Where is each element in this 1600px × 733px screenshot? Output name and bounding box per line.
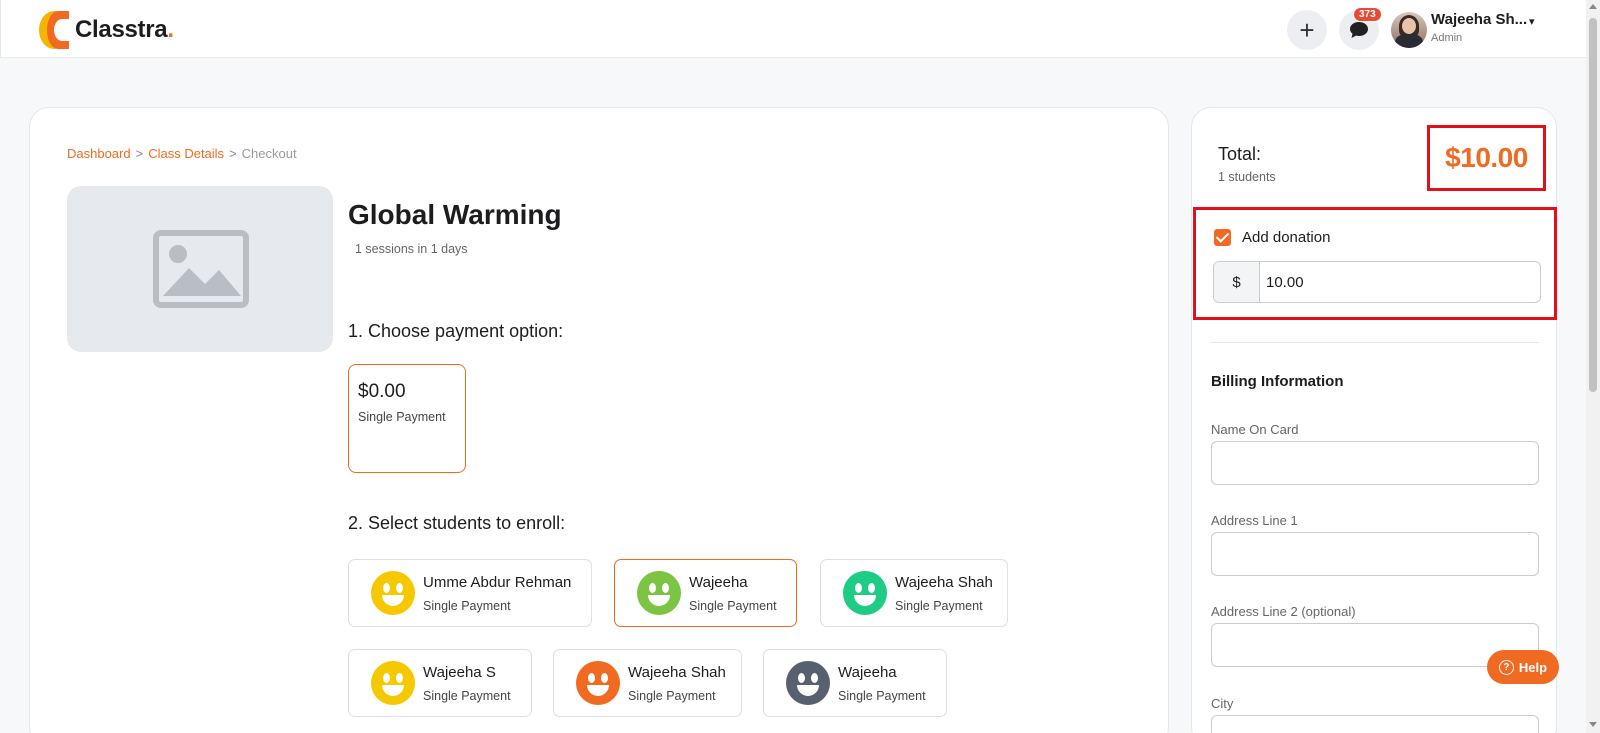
scrollbar-thumb[interactable] — [1589, 18, 1597, 392]
class-image-placeholder — [67, 186, 333, 352]
notification-badge: 373 — [1353, 7, 1382, 22]
order-summary-card: Total: 1 students $10.00 Add donation $ … — [1191, 107, 1557, 733]
scroll-up-icon[interactable] — [1589, 4, 1597, 9]
student-payment-type: Single Payment — [838, 688, 926, 703]
payment-section-title: 1. Choose payment option: — [348, 321, 564, 341]
student-payment-type: Single Payment — [628, 688, 716, 703]
class-sessions: 1 sessions in 1 days — [355, 242, 468, 256]
smiley-avatar-icon — [371, 661, 415, 705]
address-line-2-label: Address Line 2 (optional) — [1211, 604, 1356, 619]
student-name: Wajeeha Shah — [895, 573, 993, 591]
logo-text: Classtra. — [75, 16, 174, 43]
scroll-down-icon[interactable] — [1589, 722, 1597, 727]
student-payment-type: Single Payment — [423, 598, 511, 613]
chat-bubble-icon — [1350, 22, 1368, 38]
page-scrollbar[interactable] — [1586, 0, 1600, 733]
student-name: Umme Abdur Rehman — [423, 573, 572, 591]
student-card[interactable]: Umme Abdur Rehman Single Payment — [348, 559, 592, 627]
student-payment-type: Single Payment — [689, 598, 777, 613]
student-name: Wajeeha — [838, 663, 897, 681]
student-name: Wajeeha S — [423, 663, 496, 681]
logo-icon — [39, 9, 70, 51]
address-line-1-label: Address Line 1 — [1211, 513, 1298, 528]
breadcrumb-class-details[interactable]: Class Details — [148, 146, 224, 161]
student-name: Wajeeha Shah — [628, 663, 726, 681]
divider — [1211, 342, 1539, 343]
billing-title: Billing Information — [1211, 373, 1344, 390]
checkout-main-card: Dashboard > Class Details > Checkout Glo… — [29, 107, 1169, 733]
city-input[interactable] — [1211, 715, 1539, 733]
help-icon: ? — [1498, 659, 1514, 675]
add-button[interactable]: + — [1287, 10, 1327, 50]
student-card[interactable]: Wajeeha Single Payment — [763, 649, 947, 717]
student-card[interactable]: Wajeeha S Single Payment — [348, 649, 532, 717]
total-highlight-box: $10.00 — [1427, 125, 1546, 191]
breadcrumb-separator: > — [229, 146, 237, 161]
smiley-avatar-icon — [576, 661, 620, 705]
donation-amount-value[interactable]: 10.00 — [1260, 262, 1304, 302]
student-card[interactable]: Wajeeha Shah Single Payment — [553, 649, 742, 717]
total-amount: $10.00 — [1445, 142, 1528, 173]
student-card[interactable]: Wajeeha Shah Single Payment — [820, 559, 1008, 627]
donation-amount-field[interactable]: $ 10.00 — [1213, 261, 1541, 303]
name-on-card-input[interactable] — [1211, 441, 1539, 485]
student-card-selected[interactable]: Wajeeha Single Payment — [614, 559, 797, 627]
city-label: City — [1211, 696, 1234, 711]
donation-highlight-box: Add donation $ 10.00 — [1193, 207, 1557, 320]
breadcrumb: Dashboard > Class Details > Checkout — [67, 146, 297, 161]
class-title: Global Warming — [348, 199, 562, 230]
user-role: Admin — [1431, 32, 1463, 44]
breadcrumb-separator: > — [135, 146, 144, 161]
address-line-1-input[interactable] — [1211, 532, 1539, 576]
smiley-avatar-icon — [637, 571, 681, 615]
students-count: 1 students — [1218, 170, 1276, 184]
classtra-logo[interactable]: Classtra. — [39, 9, 174, 51]
user-name[interactable]: Wajeeha Sh... — [1431, 11, 1527, 28]
avatar[interactable] — [1391, 12, 1427, 48]
image-icon — [153, 230, 249, 308]
student-payment-type: Single Payment — [895, 598, 983, 613]
breadcrumb-dashboard[interactable]: Dashboard — [67, 146, 131, 161]
students-section-title: 2. Select students to enroll: — [348, 513, 566, 533]
student-payment-type: Single Payment — [423, 688, 511, 703]
top-header: Classtra. + 373 Wajeeha Sh... Admin ▾ — [0, 0, 1586, 58]
plus-icon: + — [1299, 14, 1315, 45]
name-on-card-label: Name On Card — [1211, 422, 1299, 437]
smiley-avatar-icon — [786, 661, 830, 705]
donation-label[interactable]: Add donation — [1242, 229, 1330, 246]
smiley-avatar-icon — [371, 571, 415, 615]
donation-checkbox[interactable] — [1214, 229, 1231, 246]
smiley-avatar-icon — [843, 571, 887, 615]
help-label: Help — [1518, 659, 1548, 675]
total-label: Total: — [1218, 144, 1262, 164]
payment-type: Single Payment — [358, 410, 446, 424]
payment-price: $0.00 — [358, 381, 406, 402]
breadcrumb-checkout: Checkout — [241, 146, 297, 161]
currency-prefix: $ — [1214, 262, 1260, 302]
chevron-down-icon[interactable]: ▾ — [1529, 15, 1535, 28]
help-button[interactable]: ? Help — [1487, 650, 1559, 684]
payment-option-card[interactable]: $0.00 Single Payment — [348, 364, 466, 473]
student-name: Wajeeha — [689, 573, 748, 591]
